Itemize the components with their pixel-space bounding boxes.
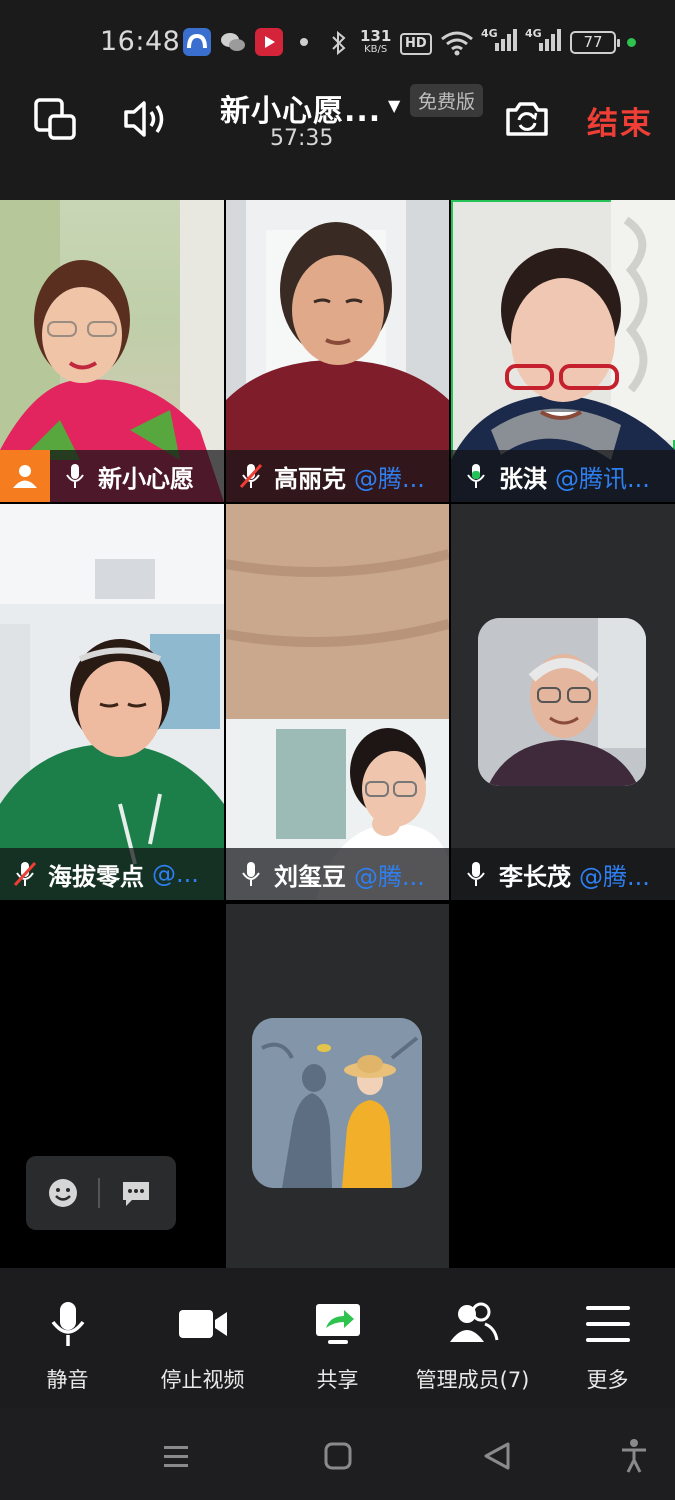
host-icon [0, 450, 50, 502]
participant-org: @... [152, 860, 199, 888]
participant-tile[interactable]: 李长茂 @腾... [451, 504, 675, 900]
video-grid: 新小心愿 高丽克 @腾... 张淇 @腾讯... 海拔零点 @... 刘玺豆 @… [0, 200, 675, 1430]
participant-org: @腾讯... [555, 464, 650, 493]
status-time: 16:48 [100, 26, 181, 57]
participant-name: 高丽克 [274, 464, 346, 493]
members-icon [450, 1302, 499, 1342]
avatar [478, 618, 646, 786]
meeting-timer: 57:35 [270, 126, 334, 151]
participant-tile[interactable]: 海拔零点 @... [0, 504, 224, 900]
manage-members-label: 管理成员(7) [415, 1368, 530, 1392]
microphone-icon [242, 862, 260, 886]
end-meeting-button[interactable]: 结束 [587, 98, 653, 143]
meeting-header: 新小心愿... ▼ 免费版 57:35 结束 [0, 82, 675, 200]
participant-name: 刘玺豆 [274, 862, 346, 891]
more-label: 更多 [586, 1368, 629, 1392]
camera-in-use-dot-icon [627, 38, 636, 47]
participant-video [0, 504, 224, 900]
camera-flip-icon[interactable] [502, 94, 552, 144]
participant-namebar: 高丽克 @腾... [226, 450, 449, 502]
share-screen-icon [316, 1304, 360, 1344]
microphone-icon [66, 464, 84, 488]
participant-tile[interactable]: 刘玺豆 @腾... [226, 504, 449, 900]
chevron-down-icon[interactable]: ▼ [388, 96, 400, 115]
microphone-muted-icon [239, 463, 263, 489]
self-view-tile[interactable] [226, 904, 449, 1268]
stop-video-label: 停止视频 [160, 1368, 245, 1392]
more-button[interactable]: 更多 [540, 1268, 675, 1408]
avatar [252, 1018, 422, 1188]
video-app-icon [255, 28, 283, 56]
stop-video-button[interactable]: 停止视频 [135, 1268, 270, 1408]
participant-namebar: 新小心愿 [0, 450, 224, 502]
microphone-muted-icon [13, 861, 37, 887]
cloud-app-icon [183, 28, 211, 56]
plan-badge: 免费版 [410, 84, 484, 117]
share-button[interactable]: 共享 [270, 1268, 405, 1408]
net-speed: 131 KB/S [360, 29, 391, 56]
meeting-toolbar: 静音 停止视频 共享 管理成员(7) 更多 [0, 1268, 675, 1408]
participant-tile[interactable]: 新小心愿 [0, 200, 224, 502]
microphone-icon [51, 1302, 85, 1346]
divider [98, 1178, 100, 1208]
participant-name: 新小心愿 [98, 464, 194, 493]
share-label: 共享 [316, 1368, 359, 1392]
participant-name: 张淇 [499, 464, 547, 493]
home-icon[interactable] [318, 1436, 358, 1476]
notification-dot-icon [300, 38, 308, 46]
status-bar: 16:48 131 KB/S HD 4G 4G 77 [0, 0, 675, 82]
microphone-icon [467, 862, 485, 886]
video-camera-icon [179, 1310, 227, 1338]
battery-icon: 77 [570, 31, 620, 54]
system-nav-bar [0, 1408, 675, 1500]
participant-namebar: 刘玺豆 @腾... [226, 848, 449, 900]
participant-name: 李长茂 [499, 862, 571, 891]
hd-voice-icon: HD [400, 33, 432, 55]
speaker-icon[interactable] [120, 94, 170, 144]
meeting-title[interactable]: 新小心愿... [220, 86, 381, 130]
participant-name: 海拔零点 [48, 862, 144, 891]
participant-namebar: 李长茂 @腾... [451, 848, 675, 900]
chat-icon[interactable] [120, 1178, 152, 1212]
back-icon[interactable] [478, 1436, 518, 1476]
participant-tile[interactable]: 高丽克 @腾... [226, 200, 449, 502]
accessibility-icon[interactable] [614, 1436, 654, 1476]
participant-org: @腾... [354, 464, 425, 493]
wifi-icon [440, 30, 474, 60]
net-speed-unit: KB/S [364, 44, 388, 55]
wechat-icon [219, 28, 247, 56]
participant-org: @腾... [354, 862, 425, 891]
recent-apps-icon[interactable] [156, 1436, 196, 1476]
mute-button[interactable]: 静音 [0, 1268, 135, 1408]
participant-namebar: 海拔零点 @... [0, 848, 224, 900]
manage-members-button[interactable]: 管理成员(7) [405, 1268, 540, 1408]
participant-org: @腾... [579, 862, 650, 891]
microphone-speaking-icon [467, 464, 485, 488]
menu-icon [586, 1306, 630, 1342]
emoji-icon[interactable] [48, 1178, 78, 1212]
mute-label: 静音 [46, 1368, 89, 1392]
bluetooth-icon [330, 30, 348, 60]
window-switch-icon[interactable] [30, 94, 80, 144]
participant-namebar: 张淇 @腾讯... [451, 450, 675, 502]
reaction-bar [26, 1156, 176, 1230]
participant-tile[interactable]: 张淇 @腾讯... [451, 200, 675, 502]
participant-video [226, 504, 449, 900]
